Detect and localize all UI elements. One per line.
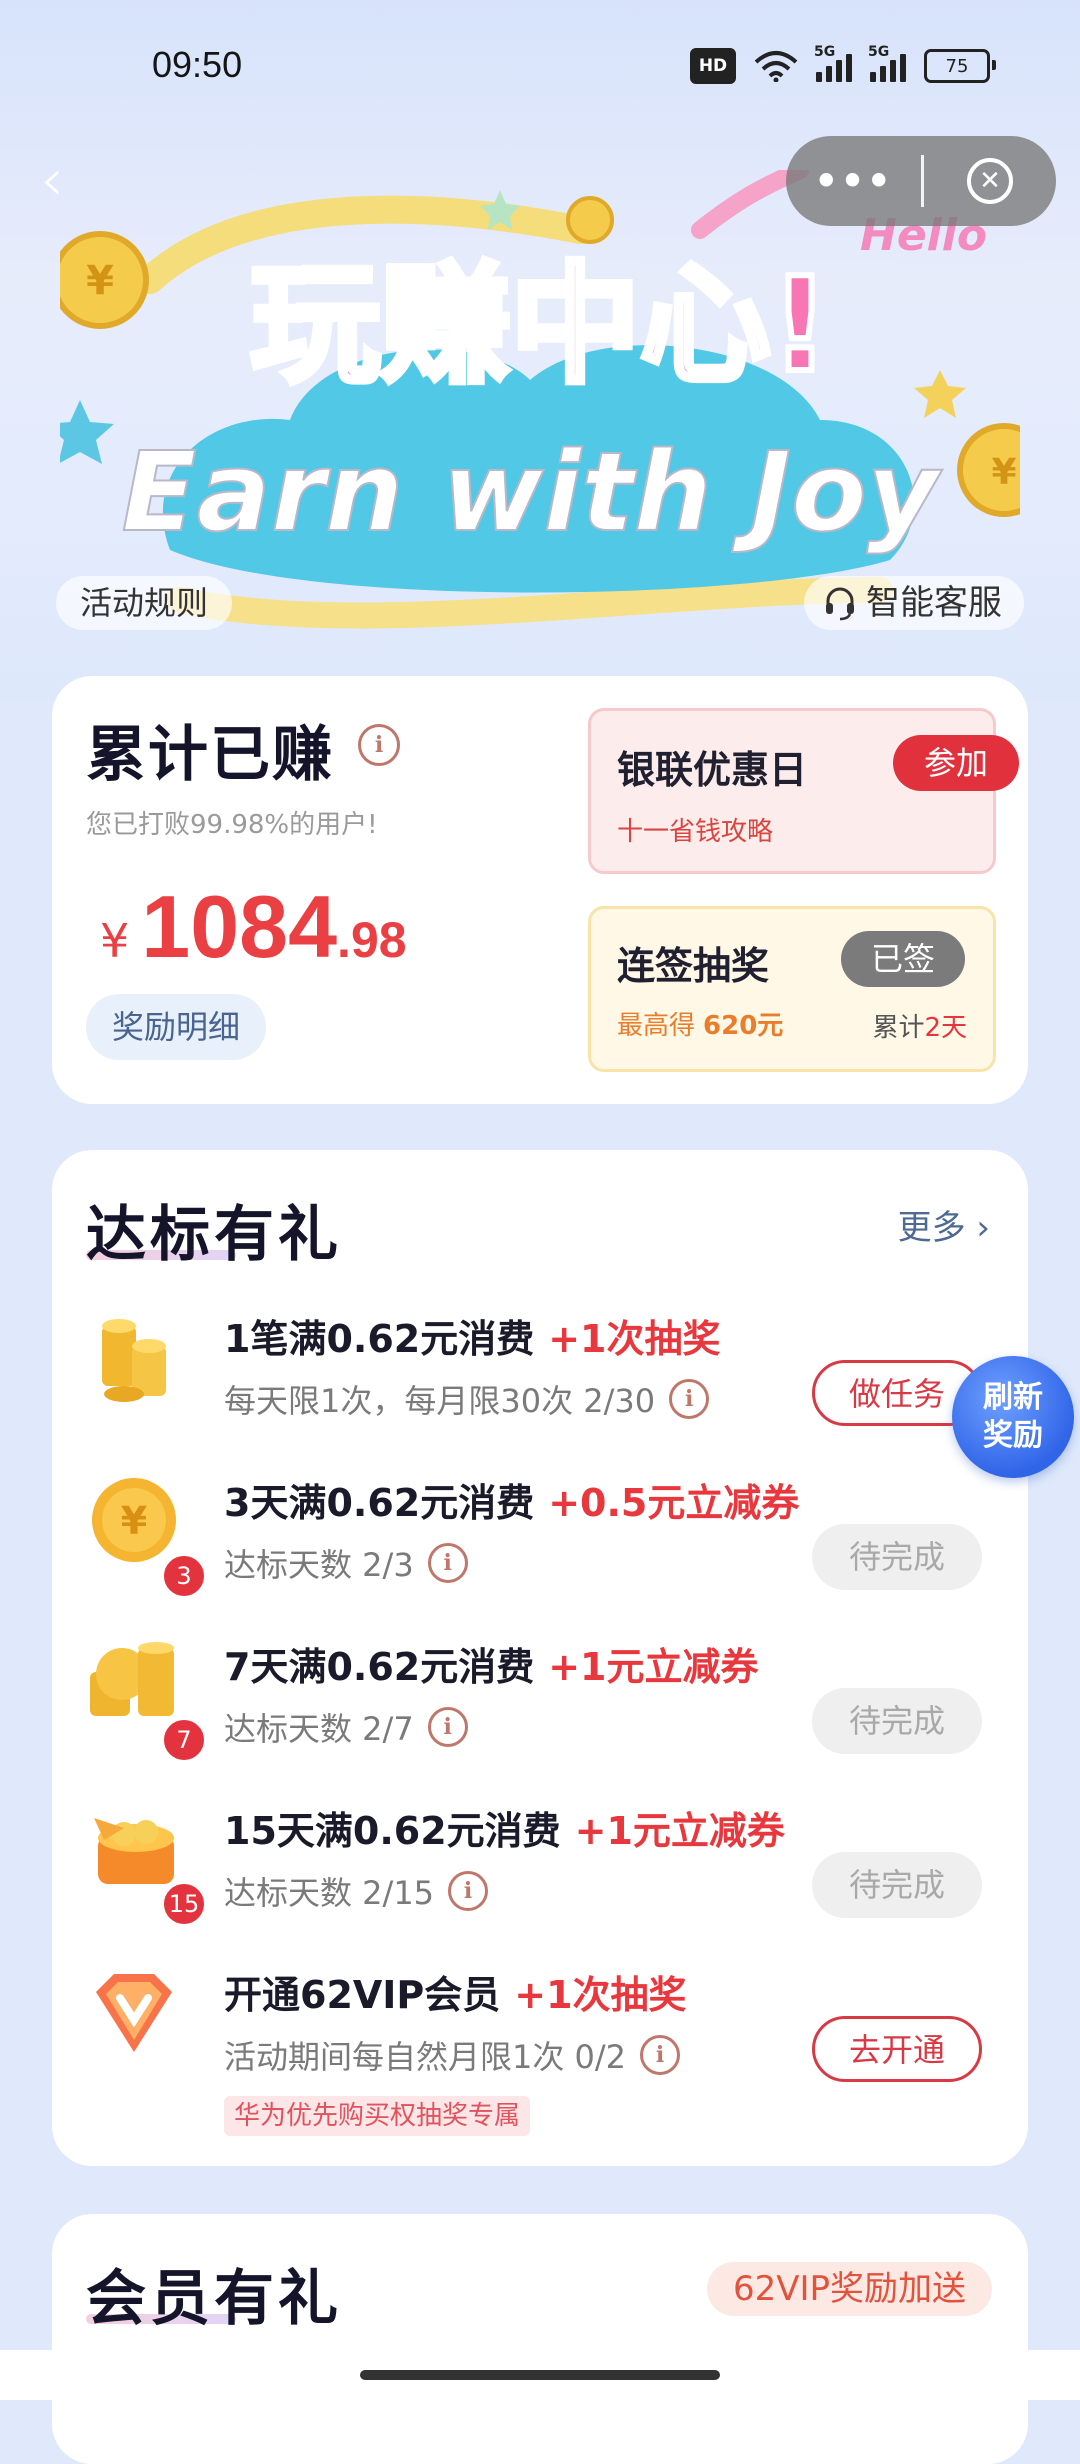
home-indicator[interactable] [360,2370,720,2380]
task-title: 15天满0.62元消费 +1元立减券 [224,1809,785,1853]
info-icon[interactable]: i [448,1871,489,1911]
join-button[interactable]: 参加 [893,735,1019,791]
refresh-label-2: 奖励 [983,1418,1043,1453]
signal-5g-icon-1: 5G [814,44,852,82]
tasks-card: 达标有礼 更多 › 1笔满0.62元消费 +1次抽奖 每天限1次，每月限30次 2… [52,1150,1028,2166]
pending-button: 待完成 [812,1688,982,1754]
treasure-box-icon [94,1818,174,1884]
info-icon[interactable]: i [640,2035,681,2075]
refresh-rewards-button[interactable]: 刷新 奖励 [952,1356,1074,1478]
task-desc: 活动期间每自然月限1次 0/2 i [224,2032,681,2078]
close-button[interactable]: ✕ [924,158,1056,204]
vip-bonus-tag: 62VIP奖励加送 [706,2262,992,2316]
more-link[interactable]: 更多 › [898,1200,990,1249]
member-card: 会员有礼 62VIP奖励加送 [52,2214,1028,2464]
customer-service-button[interactable]: 智能客服 [804,576,1024,630]
info-icon[interactable]: i [427,1543,468,1583]
earnings-card: 累计已赚 i 您已打败99.98%的用户! ¥ 1084 .98 奖励明细 银联… [52,676,1028,1104]
back-icon[interactable]: ‹ [40,150,90,210]
earnings-title: 累计已赚 [86,720,334,790]
status-bar: 09:50 HD 5G 5G 75 [0,0,1080,130]
coin-stack-icon [90,1642,174,1716]
pending-button: 待完成 [812,1852,982,1918]
task-desc: 达标天数 2/7 i [224,1704,468,1750]
more-options-icon[interactable]: ••• [786,159,921,203]
mini-program-capsule: ••• ✕ [786,136,1056,226]
capsule-divider [921,155,924,207]
battery-icon: 75 [924,49,996,83]
hero-title-en: Earn with Joy [122,428,943,556]
earnings-amount: ¥ 1084 .98 [100,876,407,978]
currency-symbol: ¥ [100,914,130,968]
status-time: 09:50 [152,44,243,85]
svg-text:¥: ¥ [86,258,114,304]
hero-banner: ¥ ¥ 玩赚中心! Earn with Joy Hello 09:50 HD 5… [0,0,1080,700]
info-icon[interactable]: i [669,1379,710,1419]
headset-icon [826,587,854,621]
info-icon[interactable]: i [358,724,400,766]
task-row: 7 7天满0.62元消费 +1元立减券 达标天数 2/7 i 待完成 [52,1628,1028,1788]
vip-diamond-icon [96,1974,172,2052]
signin-day-count: 累计2天 [872,1013,967,1043]
coin-stack-icon [102,1319,166,1402]
svg-text:¥: ¥ [121,1499,147,1543]
task-row: 15 15天满0.62元消费 +1元立减券 达标天数 2/15 i 待完成 [52,1792,1028,1952]
task-desc: 达标天数 2/3 i [224,1540,468,1586]
level-badge: 7 [162,1718,206,1762]
open-vip-button[interactable]: 去开通 [812,2016,982,2082]
signed-button[interactable]: 已签 [841,931,965,987]
info-icon[interactable]: i [427,1707,468,1747]
signal-5g-icon-2: 5G [868,44,906,82]
reward-details-button[interactable]: 奖励明细 [86,994,267,1060]
hd-icon: HD [690,48,736,84]
level-badge: 3 [162,1554,206,1598]
hero-title-cn: 玩赚中心! [250,249,829,401]
unionpay-subtitle: 十一省钱攻略 [617,817,774,847]
svg-text:¥: ¥ [991,452,1016,493]
system-icons: HD 5G 5G 75 [690,44,996,84]
tasks-title: 达标有礼 [86,1200,342,1270]
amount-integer: 1084 [141,877,338,976]
refresh-label-1: 刷新 [983,1380,1043,1415]
level-badge: 15 [162,1882,206,1926]
wifi-icon [754,51,798,82]
task-title: 开通62VIP会员 +1次抽奖 [224,1973,687,2017]
task-title: 3天满0.62元消费 +0.5元立减券 [224,1481,800,1525]
customer-service-label: 智能客服 [866,583,1002,623]
task-desc: 每天限1次，每月限30次 2/30 i [224,1376,710,1422]
unionpay-discount-day-card[interactable]: 银联优惠日 参加 十一省钱攻略 [588,708,1019,874]
task-row: 开通62VIP会员 +1次抽奖 活动期间每自然月限1次 0/2 i 华为优先购买权抽… [52,1956,1028,2136]
task-row: ¥ 3 3天满0.62元消费 +0.5元立减券 达标天数 2/3 i 待完成 [52,1464,1028,1624]
signin-title: 连签抽奖 [617,944,770,988]
amount-decimal: .98 [337,912,407,968]
close-icon: ✕ [967,158,1013,204]
signin-max-reward: 最高得 620元 [617,1011,784,1041]
activity-rules-button[interactable]: 活动规则 [56,576,233,630]
earnings-subtitle: 您已打败99.98%的用户! [86,810,378,840]
task-title: 7天满0.62元消费 +1元立减券 [224,1645,759,1689]
unionpay-title: 银联优惠日 [617,748,808,792]
task-desc: 达标天数 2/15 i [224,1868,489,1914]
exclusive-tag: 华为优先购买权抽奖专属 [224,2096,531,2136]
pending-button: 待完成 [812,1524,982,1590]
task-row: 1笔满0.62元消费 +1次抽奖 每天限1次，每月限30次 2/30 i 做任务 [52,1300,1028,1460]
signin-lottery-card[interactable]: 连签抽奖 已签 最高得 620元 累计2天 [588,906,996,1072]
member-title: 会员有礼 [86,2264,342,2334]
task-title: 1笔满0.62元消费 +1次抽奖 [224,1317,721,1361]
coin-icon: ¥ [92,1478,176,1562]
